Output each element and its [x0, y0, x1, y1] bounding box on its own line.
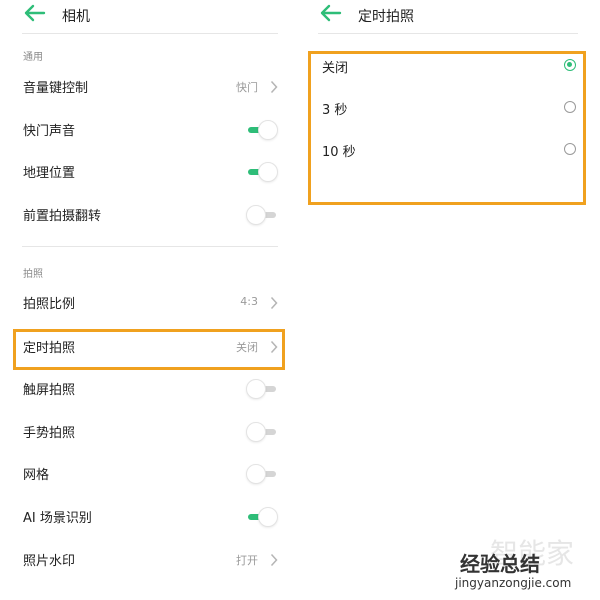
setting-label: 音量键控制: [23, 81, 89, 96]
setting-value: 快门: [236, 81, 258, 94]
radio-selected[interactable]: [564, 59, 576, 71]
camera-settings-panel: 相机 通用 音量键控制 快门 快门声音 地理位置 前置拍摄翻转 拍照 拍照比例 …: [0, 0, 300, 600]
ai-scene-toggle[interactable]: [246, 507, 278, 527]
section-divider: [22, 246, 278, 247]
front-mirror-toggle[interactable]: [246, 205, 278, 225]
location-toggle[interactable]: [246, 162, 278, 182]
setting-value: 打开: [236, 554, 258, 567]
setting-row-watermark[interactable]: 照片水印 打开: [0, 542, 300, 578]
setting-row-volume-key[interactable]: 音量键控制 快门: [0, 69, 300, 105]
setting-label: 手势拍照: [23, 426, 76, 441]
timer-option-10s[interactable]: 10 秒: [300, 133, 600, 167]
chevron-right-icon: [270, 296, 278, 310]
radio-unselected[interactable]: [564, 101, 576, 113]
back-arrow-icon[interactable]: [24, 4, 46, 22]
setting-row-gesture-shot: 手势拍照: [0, 414, 300, 450]
timer-settings-panel: 定时拍照 关闭 3 秒 10 秒: [300, 0, 600, 600]
shutter-sound-toggle[interactable]: [246, 120, 278, 140]
watermark-brand: 经验总结: [460, 552, 540, 576]
setting-label: 触屏拍照: [23, 383, 76, 398]
section-label-general: 通用: [23, 52, 43, 63]
chevron-right-icon: [270, 553, 278, 567]
gesture-shot-toggle[interactable]: [246, 422, 278, 442]
setting-label: 定时拍照: [23, 341, 76, 356]
setting-label: AI 场景识别: [23, 511, 92, 526]
setting-row-front-mirror: 前置拍摄翻转: [0, 197, 300, 233]
timer-settings-header: 定时拍照: [300, 0, 600, 30]
touch-shot-toggle[interactable]: [246, 379, 278, 399]
chevron-right-icon: [270, 80, 278, 94]
setting-value: 4:3: [240, 295, 258, 308]
watermark-url: jingyanzongjie.com: [455, 576, 572, 590]
header-divider: [22, 33, 278, 34]
grid-toggle[interactable]: [246, 464, 278, 484]
timer-option-off[interactable]: 关闭: [300, 49, 600, 83]
timer-option-3s[interactable]: 3 秒: [300, 91, 600, 125]
setting-row-grid: 网格: [0, 456, 300, 492]
setting-label: 拍照比例: [23, 297, 76, 312]
setting-row-timer[interactable]: 定时拍照 关闭: [0, 329, 300, 365]
camera-settings-header: 相机: [0, 0, 300, 30]
setting-label: 网格: [23, 468, 50, 483]
setting-label: 前置拍摄翻转: [23, 209, 102, 224]
option-label: 10 秒: [322, 145, 356, 160]
page-title: 定时拍照: [358, 9, 414, 25]
section-label-photo: 拍照: [23, 269, 43, 280]
option-label: 3 秒: [322, 103, 348, 118]
setting-row-location: 地理位置: [0, 154, 300, 190]
setting-row-aspect-ratio[interactable]: 拍照比例 4:3: [0, 285, 300, 321]
setting-label: 照片水印: [23, 554, 76, 569]
setting-label: 快门声音: [23, 124, 76, 139]
header-divider: [318, 33, 578, 34]
setting-label: 地理位置: [23, 166, 76, 181]
setting-row-touch-shot: 触屏拍照: [0, 371, 300, 407]
page-title: 相机: [62, 9, 90, 25]
radio-unselected[interactable]: [564, 143, 576, 155]
setting-row-shutter-sound: 快门声音: [0, 112, 300, 148]
back-arrow-icon[interactable]: [320, 4, 342, 22]
option-label: 关闭: [322, 61, 349, 76]
setting-value: 关闭: [236, 341, 258, 354]
chevron-right-icon: [270, 340, 278, 354]
setting-row-ai-scene: AI 场景识别: [0, 499, 300, 535]
